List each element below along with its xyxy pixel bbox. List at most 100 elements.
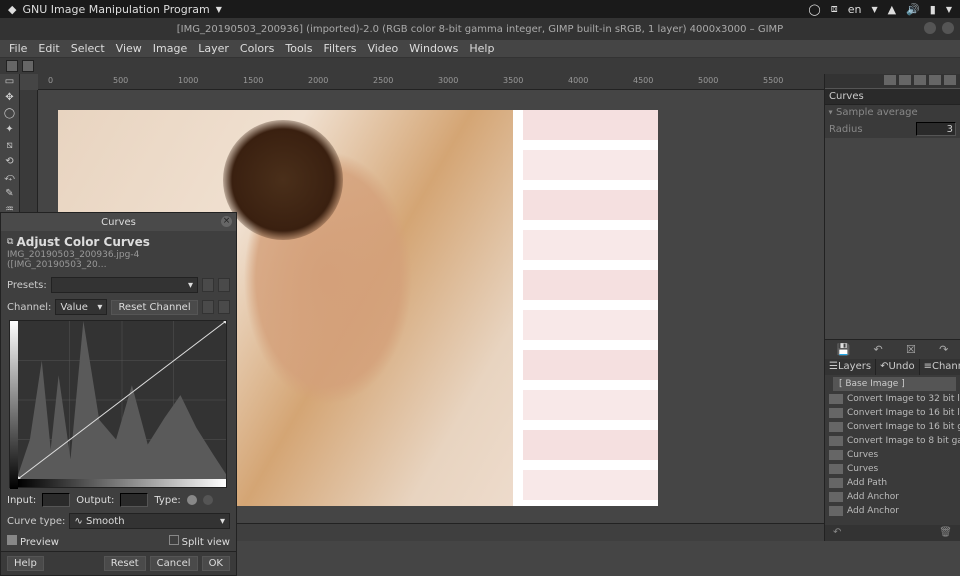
- save-icon[interactable]: 💾: [837, 343, 851, 356]
- menu-view[interactable]: View: [111, 40, 147, 57]
- close-button[interactable]: [942, 22, 954, 34]
- tool-warp[interactable]: ⤽: [2, 172, 18, 186]
- menu-select[interactable]: Select: [66, 40, 110, 57]
- history-item[interactable]: Curves: [825, 448, 960, 462]
- preview-checkbox[interactable]: Preview: [7, 535, 59, 548]
- reset-channel-button[interactable]: Reset Channel: [111, 300, 197, 315]
- rp-foot-clear-icon[interactable]: 🗑: [939, 527, 952, 539]
- history-item[interactable]: Add Path: [825, 476, 960, 490]
- rp-bottom-tabs: ☰Layers ↶Undo ≡Channels: [825, 359, 960, 375]
- app-menu-icon[interactable]: ◆: [8, 3, 16, 16]
- curves-close-icon[interactable]: ×: [221, 216, 232, 227]
- undo-arrow-icon[interactable]: ↶: [874, 343, 883, 356]
- input-field[interactable]: [42, 493, 70, 507]
- lang-indicator[interactable]: en: [848, 3, 862, 16]
- menu-layer[interactable]: Layer: [193, 40, 234, 57]
- tool-selection[interactable]: ▭: [2, 76, 18, 90]
- menu-colors[interactable]: Colors: [235, 40, 279, 57]
- io-row: Input: Output: Type:: [1, 490, 236, 510]
- expander-icon[interactable]: ▸: [827, 110, 836, 114]
- menu-image[interactable]: Image: [148, 40, 192, 57]
- cancel-button[interactable]: Cancel: [150, 556, 198, 571]
- output-label: Output:: [76, 495, 114, 506]
- menu-filters[interactable]: Filters: [318, 40, 361, 57]
- tab-undo[interactable]: ↶Undo: [876, 359, 920, 375]
- curvetype-row: Curve type: ∿ Smooth ▾: [1, 510, 236, 532]
- toolopt-2[interactable]: [22, 60, 34, 72]
- splitview-checkbox[interactable]: Split view: [169, 535, 230, 548]
- tool-move[interactable]: ✥: [2, 92, 18, 106]
- hist-thumb-icon: [829, 478, 843, 488]
- presets-select[interactable]: ▾: [51, 277, 198, 293]
- rp-tab-2[interactable]: [899, 75, 911, 85]
- hist-log-icon[interactable]: [218, 300, 230, 314]
- chevron-down-icon: ▾: [97, 302, 102, 313]
- chevron-down-icon: ▾: [220, 516, 225, 527]
- history-item[interactable]: Convert Image to 16 bit gamma: [825, 420, 960, 434]
- redo-arrow-icon[interactable]: ↷: [939, 343, 948, 356]
- curves-graph[interactable]: [9, 320, 227, 488]
- menu-help[interactable]: Help: [464, 40, 499, 57]
- rp-tab-1[interactable]: [884, 75, 896, 85]
- rp-tab-4[interactable]: [929, 75, 941, 85]
- hist-linear-icon[interactable]: [202, 300, 214, 314]
- menu-tools[interactable]: Tools: [280, 40, 317, 57]
- checkbox-on-icon: [7, 535, 17, 545]
- rp-tab-3[interactable]: [914, 75, 926, 85]
- rp-radius-input[interactable]: [916, 122, 956, 136]
- history-item[interactable]: Convert Image to 8 bit gamma: [825, 434, 960, 448]
- ruler-horizontal[interactable]: 0 500 1000 1500 2000 2500 3000 3500 4000…: [38, 74, 824, 90]
- menu-video[interactable]: Video: [362, 40, 403, 57]
- curvetype-select[interactable]: ∿ Smooth ▾: [69, 513, 230, 529]
- presets-add-icon[interactable]: [202, 278, 214, 292]
- curves-titlebar[interactable]: Curves ×: [1, 213, 236, 231]
- undo-history[interactable]: [ Base Image ] Convert Image to 32 bit l…: [825, 375, 960, 525]
- output-gradient: [10, 321, 18, 489]
- presets-menu-icon[interactable]: [218, 278, 230, 292]
- dropdown-icon[interactable]: ▼: [216, 5, 222, 14]
- tool-crop[interactable]: ⧅: [2, 140, 18, 154]
- tab-layers[interactable]: ☰Layers: [825, 359, 876, 375]
- volume-icon[interactable]: 🔊: [906, 3, 920, 16]
- type-freehand-icon[interactable]: [203, 495, 213, 505]
- history-item[interactable]: Curves: [825, 462, 960, 476]
- toolopt-1[interactable]: [6, 60, 18, 72]
- record-icon[interactable]: ◯: [808, 3, 820, 16]
- menu-edit[interactable]: Edit: [33, 40, 64, 57]
- tool-fuzzy[interactable]: ✦: [2, 124, 18, 138]
- history-item[interactable]: Convert Image to 16 bit linear: [825, 406, 960, 420]
- battery-icon[interactable]: ▮: [930, 3, 936, 16]
- hist-thumb-icon: [829, 492, 843, 502]
- minimize-button[interactable]: [924, 22, 936, 34]
- wifi-icon[interactable]: ▲: [888, 3, 896, 16]
- help-button[interactable]: Help: [7, 556, 44, 571]
- curves-dialog: Curves × ⧉ Adjust Color Curves IMG_20190…: [0, 212, 237, 576]
- history-base-image[interactable]: [ Base Image ]: [833, 377, 956, 391]
- type-label: Type:: [154, 495, 180, 506]
- tab-channels[interactable]: ≡Channels: [920, 359, 960, 375]
- history-item[interactable]: Add Anchor: [825, 504, 960, 518]
- hist-thumb-icon: [829, 436, 843, 446]
- rp-middle-empty: [825, 138, 960, 339]
- menu-windows[interactable]: Windows: [404, 40, 463, 57]
- tool-paint[interactable]: ✎: [2, 188, 18, 202]
- channel-select[interactable]: Value▾: [55, 299, 107, 315]
- app-name[interactable]: GNU Image Manipulation Program: [22, 3, 209, 16]
- history-item[interactable]: Add Anchor: [825, 490, 960, 504]
- dropbox-icon[interactable]: ⧈: [831, 2, 838, 16]
- history-item[interactable]: Convert Image to 32 bit linear: [825, 392, 960, 406]
- rp-foot-undo-icon[interactable]: ↶: [833, 527, 841, 539]
- reset-button[interactable]: Reset: [104, 556, 146, 571]
- hist-thumb-icon: [829, 422, 843, 432]
- menu-file[interactable]: File: [4, 40, 32, 57]
- delete-icon[interactable]: ☒: [906, 343, 916, 356]
- tool-transform[interactable]: ⟲: [2, 156, 18, 170]
- tool-lasso[interactable]: ◯: [2, 108, 18, 122]
- output-field[interactable]: [120, 493, 148, 507]
- rp-tab-5[interactable]: [944, 75, 956, 85]
- link-icon[interactable]: ⧉: [7, 237, 13, 247]
- curves-heading: Adjust Color Curves: [16, 235, 149, 249]
- system-dropdown-icon[interactable]: ▼: [946, 5, 952, 14]
- type-smooth-icon[interactable]: [187, 495, 197, 505]
- ok-button[interactable]: OK: [202, 556, 230, 571]
